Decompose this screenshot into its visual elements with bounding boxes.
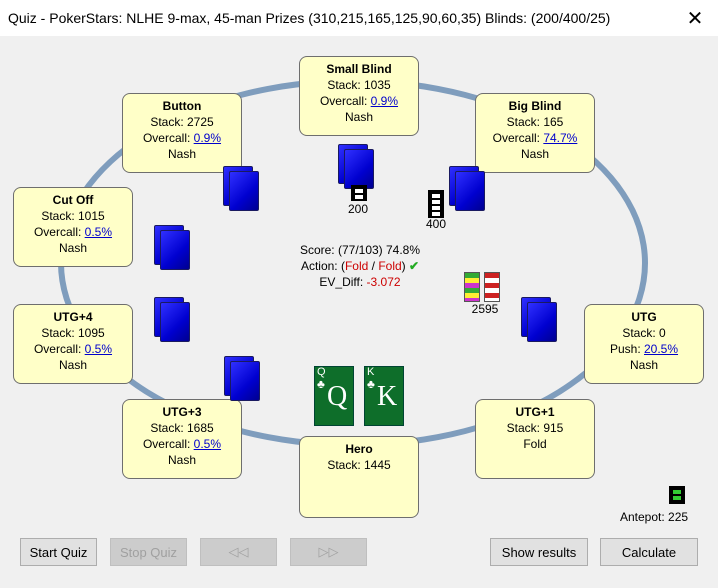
- seat-name: Cut Off: [52, 193, 94, 207]
- seat-name: Small Blind: [326, 62, 392, 76]
- chip-stack-icon: [351, 185, 367, 201]
- card-back-small-blind: [338, 144, 374, 189]
- seat-action: Nash: [167, 453, 196, 467]
- hero-card-2: K ♣ K: [364, 366, 404, 426]
- seat-stack: Stack: 2725: [150, 115, 214, 129]
- overcall-label: Overcall:: [142, 437, 194, 451]
- overcall-link[interactable]: 0.5%: [85, 342, 112, 356]
- chip-stack-multicolor-icon: [464, 272, 504, 302]
- seat-action: Nash: [520, 147, 549, 161]
- hero-card-1: Q ♣ Q: [314, 366, 354, 426]
- seat-name: UTG: [631, 310, 657, 324]
- antepot-text: Antepot: 225: [620, 510, 689, 524]
- seat-action: Nash: [58, 241, 87, 255]
- club-icon: ♣: [317, 377, 325, 391]
- calculate-button[interactable]: Calculate: [600, 538, 698, 566]
- overcall-label: Overcall:: [142, 131, 194, 145]
- overcall-link[interactable]: 0.9%: [194, 131, 221, 145]
- seat-stack: Stack: 1015: [41, 209, 105, 223]
- window-title: Quiz - PokerStars: NLHE 9-max, 45-man Pr…: [8, 10, 611, 26]
- seat-stack: Stack: 915: [506, 421, 564, 435]
- stop-quiz-button[interactable]: Stop Quiz: [110, 538, 187, 566]
- seat-name: UTG+1: [515, 405, 555, 419]
- chip-stack-icon: [428, 190, 444, 218]
- close-icon[interactable]: ✕: [672, 0, 718, 36]
- seat-action: Nash: [344, 110, 373, 124]
- bet-small-blind: 200: [347, 202, 369, 216]
- action-line: Action: (Fold / Fold) ✔: [275, 258, 445, 274]
- push-link[interactable]: 20.5%: [644, 342, 678, 356]
- seat-button: Button Stack: 2725 Overcall: 0.9% Nash: [122, 93, 242, 173]
- seat-utg1: UTG+1 Stack: 915 Fold: [475, 399, 595, 479]
- antepot-chip-icon: [669, 486, 685, 504]
- ev-label: EV_Diff:: [319, 275, 367, 289]
- seat-stack: Stack: 1095: [41, 326, 105, 340]
- seat-utg4: UTG+4 Stack: 1095 Overcall: 0.5% Nash: [13, 304, 133, 384]
- card-back-utg4: [154, 297, 190, 342]
- overcall-link[interactable]: 0.5%: [194, 437, 221, 451]
- ev-value: -3.072: [366, 275, 401, 289]
- card-back-utg: [521, 297, 557, 342]
- overcall-label: Overcall:: [319, 94, 371, 108]
- push-label: Push:: [609, 342, 644, 356]
- score-text: Score: (77/103) 74.8%: [299, 243, 421, 257]
- rewind-button[interactable]: ◁◁: [200, 538, 277, 566]
- seat-stack: Stack: 1685: [150, 421, 214, 435]
- overcall-link[interactable]: 0.5%: [85, 225, 112, 239]
- seat-name: UTG+4: [53, 310, 93, 324]
- seat-name: Button: [162, 99, 202, 113]
- overcall-label: Overcall:: [33, 342, 85, 356]
- overcall-label: Overcall:: [492, 131, 544, 145]
- seat-utg3: UTG+3 Stack: 1685 Overcall: 0.5% Nash: [122, 399, 242, 479]
- start-quiz-button[interactable]: Start Quiz: [20, 538, 97, 566]
- card-back-utg3: [224, 356, 260, 401]
- action-label: Action: (: [300, 259, 345, 273]
- seat-name: UTG+3: [162, 405, 202, 419]
- action-separator: /: [368, 259, 379, 273]
- action-close: ): [401, 259, 406, 273]
- seat-action: Nash: [629, 358, 658, 372]
- check-icon: ✔: [409, 259, 420, 273]
- title-bar: Quiz - PokerStars: NLHE 9-max, 45-man Pr…: [0, 0, 718, 36]
- club-icon: ♣: [367, 377, 375, 391]
- action-value-1: Fold: [344, 259, 369, 273]
- action-value-2: Fold: [378, 259, 402, 273]
- card-back-big-blind: [449, 166, 485, 211]
- seat-name: Hero: [345, 442, 373, 456]
- card-face: K: [377, 381, 398, 412]
- seat-stack: Stack: 0: [622, 326, 666, 340]
- seat-action: Nash: [167, 147, 196, 161]
- seat-cut-off: Cut Off Stack: 1015 Overcall: 0.5% Nash: [13, 187, 133, 267]
- seat-stack: Stack: 1445: [327, 458, 391, 472]
- card-face: Q: [327, 381, 348, 412]
- bet-utg: 2595: [471, 302, 499, 316]
- ev-line: EV_Diff: -3.072: [275, 274, 445, 290]
- seat-name: Big Blind: [508, 99, 562, 113]
- overcall-link[interactable]: 0.9%: [371, 94, 398, 108]
- bet-big-blind: 400: [425, 217, 447, 231]
- seat-utg: UTG Stack: 0 Push: 20.5% Nash: [584, 304, 704, 384]
- show-results-button[interactable]: Show results: [490, 538, 588, 566]
- overcall-link[interactable]: 74.7%: [543, 131, 577, 145]
- forward-button[interactable]: ▷▷: [290, 538, 367, 566]
- card-back-cut-off: [154, 225, 190, 270]
- card-back-button: [223, 166, 259, 211]
- seat-small-blind: Small Blind Stack: 1035 Overcall: 0.9% N…: [299, 56, 419, 136]
- seat-stack: Stack: 165: [506, 115, 564, 129]
- overcall-label: Overcall:: [33, 225, 85, 239]
- seat-action: Fold: [523, 437, 547, 451]
- seat-hero: Hero Stack: 1445: [299, 436, 419, 518]
- seat-big-blind: Big Blind Stack: 165 Overcall: 74.7% Nas…: [475, 93, 595, 173]
- quiz-info: Score: (77/103) 74.8% Action: (Fold / Fo…: [275, 242, 445, 290]
- seat-stack: Stack: 1035: [327, 78, 391, 92]
- seat-action: Nash: [58, 358, 87, 372]
